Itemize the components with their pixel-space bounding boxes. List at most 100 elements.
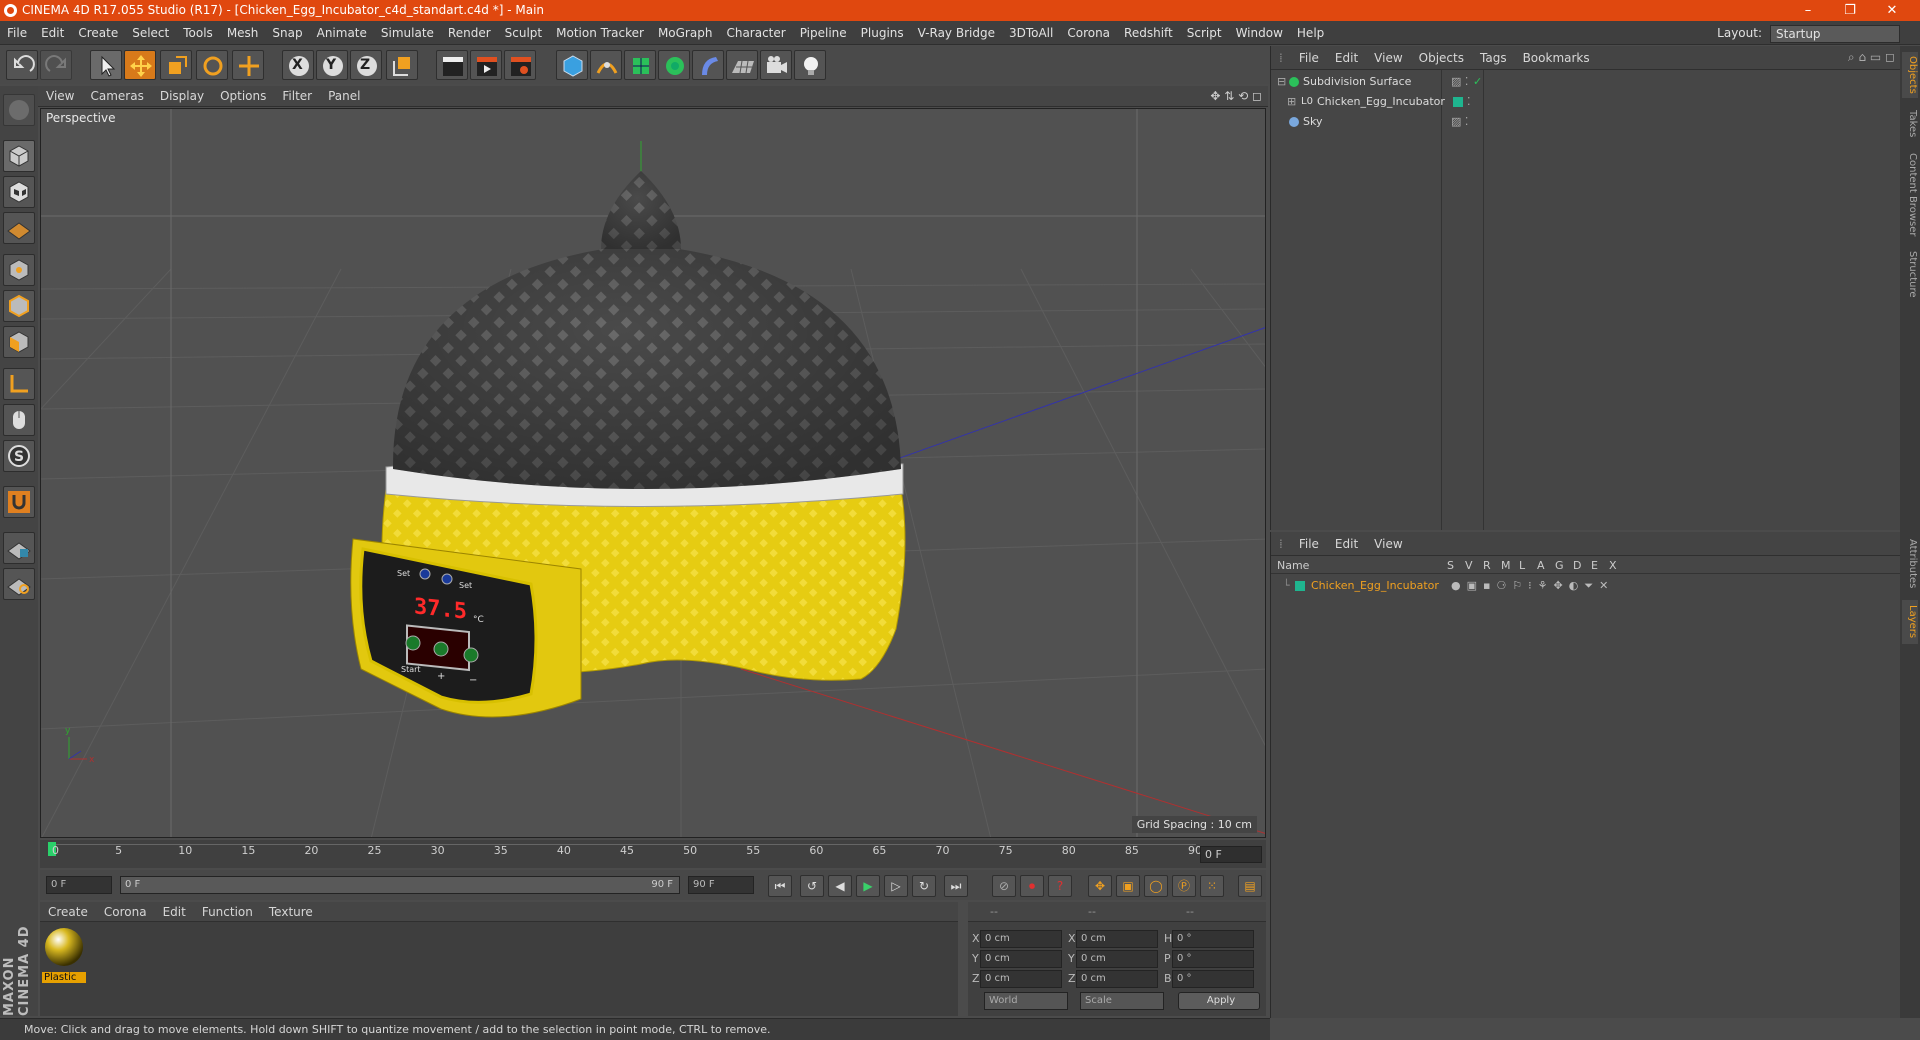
coordinate-system-dropdown[interactable]: World — [984, 992, 1068, 1010]
position-key-button[interactable]: ✥ — [1088, 875, 1112, 897]
menu-mesh[interactable]: Mesh — [220, 21, 266, 45]
layer-column-e[interactable]: E — [1591, 559, 1598, 572]
cube-button[interactable] — [556, 50, 588, 80]
go-to-end-button[interactable]: ⏭ — [944, 875, 968, 897]
coord-value-field[interactable]: 0 cm — [980, 930, 1062, 948]
locked-workplane-button[interactable] — [3, 532, 35, 564]
close-button[interactable]: ✕ — [1872, 0, 1912, 21]
menu-character[interactable]: Character — [719, 21, 792, 45]
autokeying-button[interactable]: ⏺ — [1020, 875, 1044, 897]
scale-key-button[interactable]: ▣ — [1116, 875, 1140, 897]
snap-button[interactable]: S — [3, 440, 35, 472]
layer-column-r[interactable]: R — [1483, 559, 1491, 572]
menu-script[interactable]: Script — [1180, 21, 1229, 45]
coord-value-field[interactable]: 0 cm — [1076, 930, 1158, 948]
menu-corona[interactable]: Corona — [1060, 21, 1117, 45]
rotation-key-button[interactable]: ◯ — [1144, 875, 1168, 897]
render-view-button[interactable] — [436, 50, 468, 80]
viewport-menu-panel[interactable]: Panel — [320, 86, 368, 107]
axis-z-button[interactable]: Z — [350, 50, 382, 80]
scale-tool-button[interactable] — [160, 50, 192, 80]
objmgr-menu-view[interactable]: View — [1366, 46, 1410, 70]
menu-vray-bridge[interactable]: V-Ray Bridge — [911, 21, 1002, 45]
redo-button[interactable] — [40, 50, 72, 80]
tab-content-browser[interactable]: Content Browser — [1902, 150, 1918, 240]
layer-column-l[interactable]: L — [1519, 559, 1525, 572]
layermgr-menu-view[interactable]: View — [1366, 532, 1410, 556]
viewport-menu-cameras[interactable]: Cameras — [82, 86, 151, 107]
objmgr-menu-tags[interactable]: Tags — [1472, 46, 1515, 70]
planar-workplane-button[interactable] — [3, 568, 35, 600]
live-selection-button[interactable] — [90, 50, 122, 80]
menu-sculpt[interactable]: Sculpt — [498, 21, 549, 45]
maximize-button[interactable]: ❐ — [1830, 0, 1870, 21]
menu-tools[interactable]: Tools — [176, 21, 220, 45]
axis-x-button[interactable]: X — [282, 50, 314, 80]
enabled-check-icon[interactable]: ✓ — [1473, 72, 1482, 92]
objmgr-search-home-icons[interactable]: ⌕ ⌂ ▭ ◻ — [1848, 50, 1895, 65]
viewport-menu-display[interactable]: Display — [152, 86, 212, 107]
layer-column-x[interactable]: X — [1609, 559, 1617, 572]
material-menu-edit[interactable]: Edit — [155, 902, 194, 922]
axis-y-button[interactable]: Y — [316, 50, 348, 80]
coord-value-field[interactable]: 0 cm — [980, 970, 1062, 988]
layer-column-a[interactable]: A — [1537, 559, 1545, 572]
menu-motion-tracker[interactable]: Motion Tracker — [549, 21, 651, 45]
coord-value-field[interactable]: 0 ° — [1172, 950, 1254, 968]
viewport-menu-filter[interactable]: Filter — [274, 86, 320, 107]
floor-button[interactable] — [726, 50, 758, 80]
current-frame-field[interactable]: 0 F — [1200, 846, 1262, 863]
points-mode-button[interactable] — [3, 254, 35, 286]
undo-button[interactable] — [6, 50, 38, 80]
objmgr-menu-bookmarks[interactable]: Bookmarks — [1515, 46, 1598, 70]
layer-column-m[interactable]: M — [1501, 559, 1511, 572]
coord-value-field[interactable]: 0 cm — [980, 950, 1062, 968]
layer-row-chicken-egg-incubator[interactable]: └ Chicken_Egg_Incubator ●▣▪⚆⚐⁝⚘✥◐⏷✕ — [1271, 576, 1901, 596]
end-frame-field[interactable]: 90 F — [688, 876, 754, 894]
previous-key-button[interactable]: ↺ — [800, 875, 824, 897]
next-frame-button[interactable]: ▷ — [884, 875, 908, 897]
menu-help[interactable]: Help — [1290, 21, 1331, 45]
texture-mode-button[interactable] — [3, 176, 35, 208]
material-menu-texture[interactable]: Texture — [261, 902, 321, 922]
move-tool-button[interactable] — [124, 50, 156, 80]
tab-layers[interactable]: Layers — [1902, 600, 1918, 644]
menu-redshift[interactable]: Redshift — [1117, 21, 1180, 45]
tab-objects[interactable]: Objects — [1902, 52, 1918, 98]
perspective-viewport[interactable]: y x 37.5 °C Set Set Start + − Perspectiv… — [40, 108, 1266, 838]
render-settings-button[interactable] — [504, 50, 536, 80]
preview-range-slider[interactable]: 0 F 90 F — [120, 876, 680, 894]
material-menu-function[interactable]: Function — [194, 902, 261, 922]
menu-file[interactable]: File — [0, 21, 34, 45]
record-active-objects-button[interactable]: ⊘ — [992, 875, 1016, 897]
layer-column-name[interactable]: Name — [1277, 559, 1309, 572]
render-to-picture-viewer-button[interactable] — [470, 50, 502, 80]
visibility-dots-icon[interactable]: ⁚ — [1467, 92, 1471, 112]
minimize-button[interactable]: – — [1788, 0, 1828, 21]
menu-animate[interactable]: Animate — [310, 21, 374, 45]
layer-column-g[interactable]: G — [1555, 559, 1564, 572]
light-button[interactable] — [794, 50, 826, 80]
parameter-key-button[interactable]: Ⓟ — [1172, 875, 1196, 897]
coord-value-field[interactable]: 0 ° — [1172, 970, 1254, 988]
object-row-sky[interactable]: Sky ▨ ⁚ — [1271, 112, 1901, 132]
menu-window[interactable]: Window — [1229, 21, 1290, 45]
layermgr-menu-file[interactable]: File — [1291, 532, 1327, 556]
recent-tool-button[interactable] — [232, 50, 264, 80]
layout-dropdown[interactable]: Startup — [1770, 24, 1900, 43]
model-mode-button[interactable] — [3, 140, 35, 172]
objmgr-menu-file[interactable]: File — [1291, 46, 1327, 70]
rotate-tool-button[interactable] — [196, 50, 228, 80]
layer-column-v[interactable]: V — [1465, 559, 1473, 572]
material-swatch-plastic[interactable]: Plastic — [42, 926, 86, 984]
objmgr-menu-objects[interactable]: Objects — [1411, 46, 1472, 70]
next-key-button[interactable]: ↻ — [912, 875, 936, 897]
go-to-start-button[interactable]: ⏮ — [768, 875, 792, 897]
cloner-button[interactable] — [658, 50, 690, 80]
viewport-menu-view[interactable]: View — [38, 86, 82, 107]
point-level-key-button[interactable]: ⁙ — [1200, 875, 1224, 897]
polygons-mode-button[interactable] — [3, 326, 35, 358]
previous-frame-button[interactable]: ◀ — [828, 875, 852, 897]
play-button[interactable]: ▶ — [856, 875, 880, 897]
menu-mograph[interactable]: MoGraph — [651, 21, 720, 45]
